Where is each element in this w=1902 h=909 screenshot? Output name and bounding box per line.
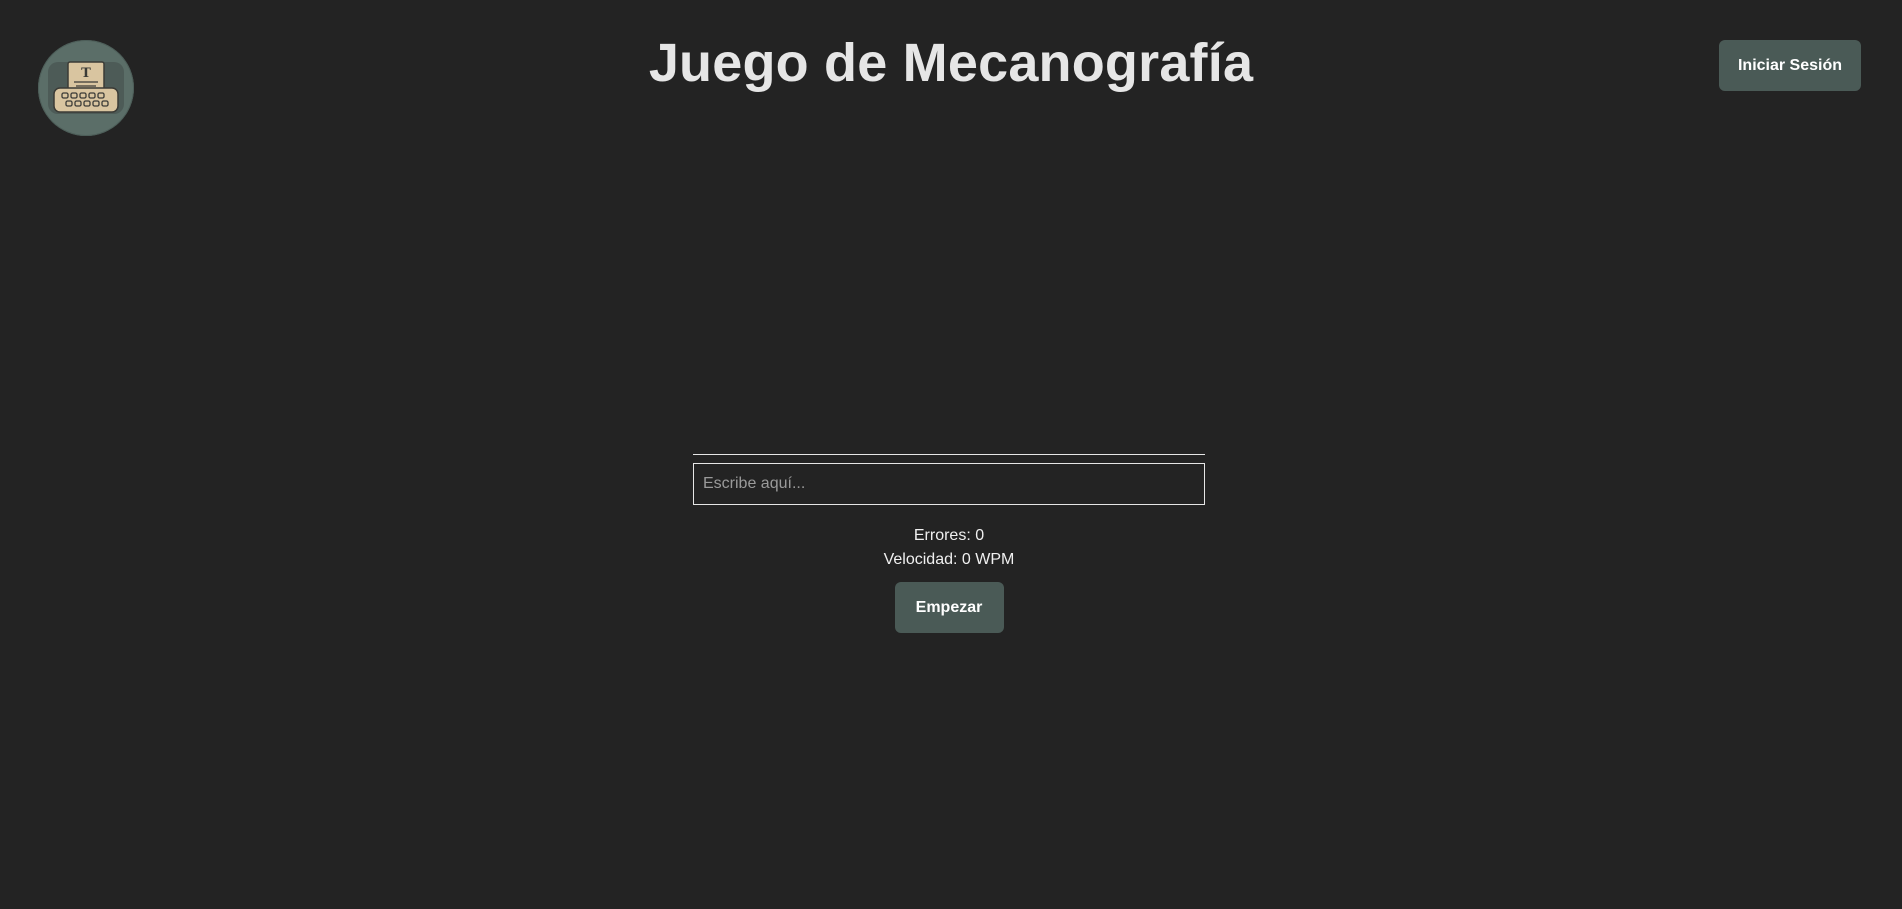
login-button[interactable]: Iniciar Sesión [1719,40,1861,91]
start-wrap: Empezar [693,582,1205,633]
stats: Errores: 0 Velocidad: 0 WPM [693,524,1205,572]
errors-label: Errores: [913,527,971,544]
speed-label: Velocidad: [883,551,958,568]
errors-stat: Errores: 0 [693,524,1205,548]
typing-input[interactable] [693,463,1205,505]
text-to-type [693,454,1205,455]
page-title: Juego de Mecanografía [648,33,1254,93]
page: T Juego de Mecanografía Iniciar Sesión E… [0,0,1902,909]
speed-unit: WPM [975,551,1015,568]
speed-stat: Velocidad: 0 WPM [693,548,1205,572]
errors-value: 0 [975,527,985,544]
speed-value: 0 [961,551,971,568]
start-button[interactable]: Empezar [894,582,1004,633]
typing-game: Errores: 0 Velocidad: 0 WPM Empezar [693,454,1205,633]
